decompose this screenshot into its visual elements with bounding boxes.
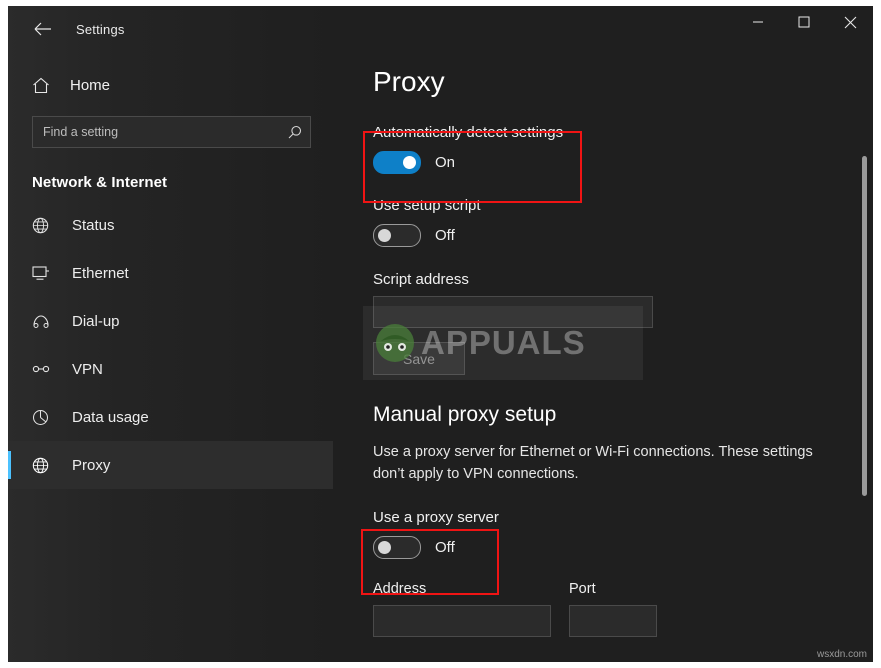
setup-script-toggle[interactable] xyxy=(373,224,421,247)
script-address-group: Script address xyxy=(373,271,873,328)
sidebar-nav: Status Ethernet Dial-up VPN Data usage P… xyxy=(8,201,333,489)
main-scrollbar[interactable] xyxy=(862,60,867,600)
ethernet-icon xyxy=(32,265,58,281)
window-controls xyxy=(333,6,873,52)
address-group: Address xyxy=(373,581,551,637)
setup-script-state: Off xyxy=(435,227,455,244)
address-input[interactable] xyxy=(373,605,551,637)
back-arrow-icon[interactable] xyxy=(26,14,60,44)
main-pane: Proxy Automatically detect settings On U… xyxy=(333,6,873,662)
proxy-settings-content: Proxy Automatically detect settings On U… xyxy=(333,66,873,662)
manual-proxy-title: Manual proxy setup xyxy=(373,403,557,426)
save-button[interactable]: Save xyxy=(373,342,465,375)
use-proxy-label: Use a proxy server xyxy=(373,509,499,526)
sidebar-item-data-usage[interactable]: Data usage xyxy=(8,393,333,441)
sidebar-item-dialup[interactable]: Dial-up xyxy=(8,297,333,345)
address-label: Address xyxy=(373,581,427,597)
auto-detect-group: Automatically detect settings On xyxy=(373,124,873,174)
sidebar-item-label: VPN xyxy=(72,360,103,378)
auto-detect-toggle-row[interactable]: On xyxy=(373,151,873,174)
app-title: Settings xyxy=(76,21,125,37)
port-input[interactable] xyxy=(569,605,657,637)
sidebar-item-label: Ethernet xyxy=(72,264,129,282)
script-address-label: Script address xyxy=(373,271,469,288)
vpn-icon xyxy=(32,362,58,376)
auto-detect-toggle[interactable] xyxy=(373,151,421,174)
sidebar-item-ethernet[interactable]: Ethernet xyxy=(8,249,333,297)
setup-script-label: Use setup script xyxy=(373,197,481,214)
setup-script-group: Use setup script Off xyxy=(373,197,873,247)
port-group: Port xyxy=(569,581,657,637)
port-label: Port xyxy=(569,581,596,597)
page-title: Proxy xyxy=(373,66,445,97)
use-proxy-toggle[interactable] xyxy=(373,536,421,559)
scrollbar-thumb[interactable] xyxy=(862,156,867,496)
auto-detect-state: On xyxy=(435,154,456,171)
sidebar-home-label: Home xyxy=(70,76,111,94)
sidebar: Settings Home Network & Internet xyxy=(8,6,333,662)
maximize-button[interactable] xyxy=(781,6,827,38)
globe-icon xyxy=(32,217,58,234)
corner-watermark: wsxdn.com xyxy=(816,649,867,660)
manual-proxy-description: Use a proxy server for Ethernet or Wi-Fi… xyxy=(373,444,813,482)
use-proxy-group: Use a proxy server Off xyxy=(373,509,873,559)
sidebar-item-status[interactable]: Status xyxy=(8,201,333,249)
search-icon[interactable] xyxy=(288,125,302,139)
sidebar-item-label: Data usage xyxy=(72,408,149,426)
home-icon xyxy=(32,77,54,94)
close-button[interactable] xyxy=(827,6,873,38)
auto-detect-label: Automatically detect settings xyxy=(373,124,564,141)
settings-window: Settings Home Network & Internet xyxy=(8,6,873,662)
sidebar-item-home[interactable]: Home xyxy=(8,66,333,104)
search-input[interactable] xyxy=(33,118,285,146)
use-proxy-toggle-row[interactable]: Off xyxy=(373,536,873,559)
sidebar-item-proxy[interactable]: Proxy xyxy=(8,441,333,489)
use-proxy-state: Off xyxy=(435,539,455,556)
sidebar-item-label: Status xyxy=(72,216,115,234)
proxy-globe-icon xyxy=(32,457,58,474)
dialup-icon xyxy=(32,313,58,329)
data-usage-icon xyxy=(32,409,58,426)
minimize-button[interactable] xyxy=(735,6,781,38)
script-address-input[interactable] xyxy=(373,296,653,328)
sidebar-item-vpn[interactable]: VPN xyxy=(8,345,333,393)
sidebar-item-label: Dial-up xyxy=(72,312,120,330)
sidebar-section-title: Network & Internet xyxy=(32,174,168,191)
sidebar-item-label: Proxy xyxy=(72,456,111,474)
titlebar-left: Settings xyxy=(8,6,333,52)
search-box[interactable] xyxy=(32,116,311,148)
setup-script-toggle-row[interactable]: Off xyxy=(373,224,873,247)
address-port-row: Address Port xyxy=(373,581,873,637)
